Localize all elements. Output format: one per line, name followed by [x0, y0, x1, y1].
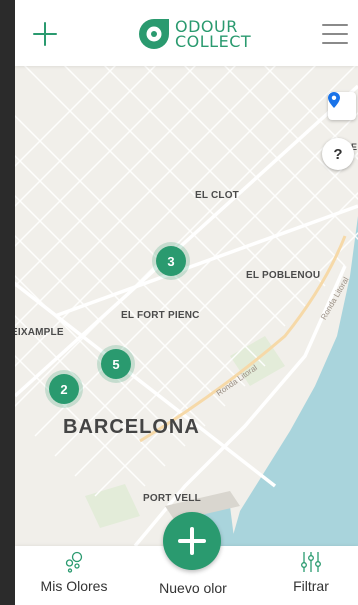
label-barcelona: BARCELONA — [63, 416, 200, 438]
help-button[interactable]: ? — [322, 138, 354, 170]
label-eixample: EIXAMPLE — [15, 327, 64, 338]
add-odour-fab-button[interactable] — [163, 512, 221, 570]
add-icon[interactable] — [31, 20, 59, 48]
hamburger-menu-icon[interactable] — [322, 24, 348, 46]
location-pin-icon — [328, 92, 340, 108]
label-el-poblenou: EL POBLENOU — [246, 270, 321, 281]
cluster-marker[interactable]: 2 — [45, 370, 83, 408]
logo-mark-icon — [139, 19, 169, 49]
cluster-marker[interactable]: 5 — [97, 345, 135, 383]
cluster-count: 2 — [49, 374, 79, 404]
label-el-clot: EL CLOT — [195, 190, 239, 201]
tab-mis-olores[interactable]: Mis Olores — [37, 546, 111, 605]
odour-collect-logo: ODOUR COLLECT — [137, 16, 251, 52]
app-screen: ODOUR COLLECT EL CLOT EL POBLENOU EL FOR… — [15, 0, 358, 605]
tab-label: Filtrar — [293, 578, 329, 594]
label-el-fort-pienc: EL FORT PIENC — [121, 310, 200, 321]
label-port-vell: PORT VELL — [143, 493, 201, 504]
map-canvas — [15, 66, 358, 546]
filter-sliders-icon — [301, 552, 321, 572]
cluster-count: 3 — [156, 246, 186, 276]
logo-text-line2: COLLECT — [175, 32, 252, 51]
tab-filtrar[interactable]: Filtrar — [281, 546, 341, 605]
cluster-marker[interactable]: 3 — [152, 242, 190, 280]
top-header: ODOUR COLLECT — [15, 0, 358, 66]
map-view[interactable]: EL CLOT EL POBLENOU EL FORT PIENC EIXAMP… — [15, 66, 358, 546]
bubbles-icon — [65, 551, 83, 573]
tab-label: Mis Olores — [40, 578, 108, 594]
tab-label: Nuevo olor — [159, 580, 227, 596]
cluster-count: 5 — [101, 349, 131, 379]
my-location-button[interactable] — [328, 92, 356, 120]
